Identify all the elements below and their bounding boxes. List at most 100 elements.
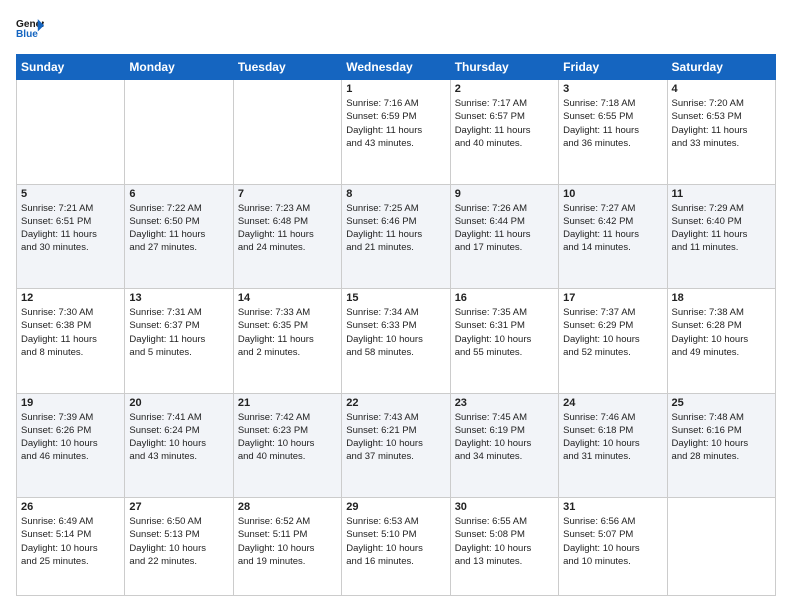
calendar-cell bbox=[667, 498, 775, 596]
calendar-cell: 23 Sunrise: 7:45 AM Sunset: 6:19 PM Dayli… bbox=[450, 393, 558, 498]
day-info: Sunrise: 7:23 AM Sunset: 6:48 PM Dayligh… bbox=[238, 202, 337, 255]
calendar-week-row: 1 Sunrise: 7:16 AM Sunset: 6:59 PM Daylig… bbox=[17, 80, 776, 185]
day-number: 10 bbox=[563, 188, 662, 200]
calendar-cell: 15Sunrise: 7:34 AM Sunset: 6:33 PM Dayli… bbox=[342, 289, 450, 394]
calendar-cell: 11 Sunrise: 7:29 AM Sunset: 6:40 PM Dayli… bbox=[667, 184, 775, 289]
day-info: Sunrise: 7:27 AM Sunset: 6:42 PM Dayligh… bbox=[563, 202, 662, 255]
day-info: Sunrise: 6:56 AM Sunset: 5:07 PM Dayligh… bbox=[563, 515, 662, 568]
calendar-week-row: 26 Sunrise: 6:49 AM Sunset: 5:14 PM Dayli… bbox=[17, 498, 776, 596]
calendar-cell: 6 Sunrise: 7:22 AM Sunset: 6:50 PM Daylig… bbox=[125, 184, 233, 289]
day-info: Sunrise: 7:29 AM Sunset: 6:40 PM Dayligh… bbox=[672, 202, 771, 255]
day-number: 11 bbox=[672, 188, 771, 200]
svg-text:Blue: Blue bbox=[16, 29, 38, 40]
calendar-cell: 19 Sunrise: 7:39 AM Sunset: 6:26 PM Dayli… bbox=[17, 393, 125, 498]
day-info: Sunrise: 7:25 AM Sunset: 6:46 PM Dayligh… bbox=[346, 202, 445, 255]
day-info: Sunrise: 7:42 AM Sunset: 6:23 PM Dayligh… bbox=[238, 411, 337, 464]
calendar-cell: 18 Sunrise: 7:38 AM Sunset: 6:28 PM Dayli… bbox=[667, 289, 775, 394]
calendar-cell: 20 Sunrise: 7:41 AM Sunset: 6:24 PM Dayli… bbox=[125, 393, 233, 498]
day-info: Sunrise: 7:30 AM Sunset: 6:38 PM Dayligh… bbox=[21, 306, 120, 359]
calendar-cell: 17Sunrise: 7:37 AM Sunset: 6:29 PM Dayli… bbox=[559, 289, 667, 394]
weekday-header-saturday: Saturday bbox=[667, 55, 775, 80]
day-info: Sunrise: 7:37 AM Sunset: 6:29 PM Dayligh… bbox=[563, 306, 662, 359]
day-number: 16 bbox=[455, 292, 554, 304]
day-info: Sunrise: 6:50 AM Sunset: 5:13 PM Dayligh… bbox=[129, 515, 228, 568]
day-number: 6 bbox=[129, 188, 228, 200]
calendar-cell: 1 Sunrise: 7:16 AM Sunset: 6:59 PM Daylig… bbox=[342, 80, 450, 185]
day-number: 5 bbox=[21, 188, 120, 200]
day-number: 23 bbox=[455, 397, 554, 409]
logo-icon: General Blue bbox=[16, 16, 44, 44]
day-number: 24 bbox=[563, 397, 662, 409]
calendar-table: SundayMondayTuesdayWednesdayThursdayFrid… bbox=[16, 54, 776, 596]
weekday-header-sunday: Sunday bbox=[17, 55, 125, 80]
day-number: 28 bbox=[238, 501, 337, 513]
day-info: Sunrise: 7:35 AM Sunset: 6:31 PM Dayligh… bbox=[455, 306, 554, 359]
day-number: 20 bbox=[129, 397, 228, 409]
day-info: Sunrise: 7:45 AM Sunset: 6:19 PM Dayligh… bbox=[455, 411, 554, 464]
day-info: Sunrise: 7:34 AM Sunset: 6:33 PM Dayligh… bbox=[346, 306, 445, 359]
day-number: 12 bbox=[21, 292, 120, 304]
calendar-cell: 3 Sunrise: 7:18 AM Sunset: 6:55 PM Daylig… bbox=[559, 80, 667, 185]
day-info: Sunrise: 7:48 AM Sunset: 6:16 PM Dayligh… bbox=[672, 411, 771, 464]
weekday-header-thursday: Thursday bbox=[450, 55, 558, 80]
day-info: Sunrise: 6:49 AM Sunset: 5:14 PM Dayligh… bbox=[21, 515, 120, 568]
calendar-cell: 27Sunrise: 6:50 AM Sunset: 5:13 PM Dayli… bbox=[125, 498, 233, 596]
day-info: Sunrise: 7:46 AM Sunset: 6:18 PM Dayligh… bbox=[563, 411, 662, 464]
day-info: Sunrise: 6:52 AM Sunset: 5:11 PM Dayligh… bbox=[238, 515, 337, 568]
calendar-cell: 29 Sunrise: 6:53 AM Sunset: 5:10 PM Dayli… bbox=[342, 498, 450, 596]
day-info: Sunrise: 6:55 AM Sunset: 5:08 PM Dayligh… bbox=[455, 515, 554, 568]
calendar-week-row: 12 Sunrise: 7:30 AM Sunset: 6:38 PM Dayli… bbox=[17, 289, 776, 394]
calendar-cell bbox=[125, 80, 233, 185]
day-info: Sunrise: 7:16 AM Sunset: 6:59 PM Dayligh… bbox=[346, 97, 445, 150]
day-number: 7 bbox=[238, 188, 337, 200]
day-info: Sunrise: 6:53 AM Sunset: 5:10 PM Dayligh… bbox=[346, 515, 445, 568]
calendar-cell: 7 Sunrise: 7:23 AM Sunset: 6:48 PM Daylig… bbox=[233, 184, 341, 289]
calendar-cell: 8Sunrise: 7:25 AM Sunset: 6:46 PM Daylig… bbox=[342, 184, 450, 289]
calendar-cell: 30 Sunrise: 6:55 AM Sunset: 5:08 PM Dayli… bbox=[450, 498, 558, 596]
day-info: Sunrise: 7:38 AM Sunset: 6:28 PM Dayligh… bbox=[672, 306, 771, 359]
day-number: 2 bbox=[455, 83, 554, 95]
calendar-cell: 10 Sunrise: 7:27 AM Sunset: 6:42 PM Dayli… bbox=[559, 184, 667, 289]
calendar-cell: 24 Sunrise: 7:46 AM Sunset: 6:18 PM Dayli… bbox=[559, 393, 667, 498]
calendar-cell: 9Sunrise: 7:26 AM Sunset: 6:44 PM Daylig… bbox=[450, 184, 558, 289]
day-info: Sunrise: 7:33 AM Sunset: 6:35 PM Dayligh… bbox=[238, 306, 337, 359]
day-number: 21 bbox=[238, 397, 337, 409]
day-info: Sunrise: 7:43 AM Sunset: 6:21 PM Dayligh… bbox=[346, 411, 445, 464]
day-number: 31 bbox=[563, 501, 662, 513]
day-number: 30 bbox=[455, 501, 554, 513]
header: General Blue bbox=[16, 16, 776, 44]
calendar-cell bbox=[233, 80, 341, 185]
weekday-header-row: SundayMondayTuesdayWednesdayThursdayFrid… bbox=[17, 55, 776, 80]
day-info: Sunrise: 7:41 AM Sunset: 6:24 PM Dayligh… bbox=[129, 411, 228, 464]
calendar-cell: 14Sunrise: 7:33 AM Sunset: 6:35 PM Dayli… bbox=[233, 289, 341, 394]
page: General Blue SundayMondayTuesdayWednesda… bbox=[0, 0, 792, 612]
day-info: Sunrise: 7:39 AM Sunset: 6:26 PM Dayligh… bbox=[21, 411, 120, 464]
day-number: 1 bbox=[346, 83, 445, 95]
logo: General Blue bbox=[16, 16, 44, 44]
day-number: 18 bbox=[672, 292, 771, 304]
day-number: 4 bbox=[672, 83, 771, 95]
day-info: Sunrise: 7:22 AM Sunset: 6:50 PM Dayligh… bbox=[129, 202, 228, 255]
calendar-cell: 4 Sunrise: 7:20 AM Sunset: 6:53 PM Daylig… bbox=[667, 80, 775, 185]
day-info: Sunrise: 7:21 AM Sunset: 6:51 PM Dayligh… bbox=[21, 202, 120, 255]
day-number: 29 bbox=[346, 501, 445, 513]
day-number: 25 bbox=[672, 397, 771, 409]
calendar-cell: 22Sunrise: 7:43 AM Sunset: 6:21 PM Dayli… bbox=[342, 393, 450, 498]
calendar-cell: 28 Sunrise: 6:52 AM Sunset: 5:11 PM Dayli… bbox=[233, 498, 341, 596]
day-number: 26 bbox=[21, 501, 120, 513]
day-info: Sunrise: 7:20 AM Sunset: 6:53 PM Dayligh… bbox=[672, 97, 771, 150]
calendar-cell: 2Sunrise: 7:17 AM Sunset: 6:57 PM Daylig… bbox=[450, 80, 558, 185]
calendar-cell: 16 Sunrise: 7:35 AM Sunset: 6:31 PM Dayli… bbox=[450, 289, 558, 394]
calendar-cell: 25 Sunrise: 7:48 AM Sunset: 6:16 PM Dayli… bbox=[667, 393, 775, 498]
day-number: 19 bbox=[21, 397, 120, 409]
calendar-week-row: 19 Sunrise: 7:39 AM Sunset: 6:26 PM Dayli… bbox=[17, 393, 776, 498]
day-number: 3 bbox=[563, 83, 662, 95]
calendar-cell bbox=[17, 80, 125, 185]
weekday-header-wednesday: Wednesday bbox=[342, 55, 450, 80]
calendar-cell: 12 Sunrise: 7:30 AM Sunset: 6:38 PM Dayli… bbox=[17, 289, 125, 394]
day-info: Sunrise: 7:18 AM Sunset: 6:55 PM Dayligh… bbox=[563, 97, 662, 150]
calendar-cell: 5 Sunrise: 7:21 AM Sunset: 6:51 PM Daylig… bbox=[17, 184, 125, 289]
day-info: Sunrise: 7:31 AM Sunset: 6:37 PM Dayligh… bbox=[129, 306, 228, 359]
calendar-cell: 21 Sunrise: 7:42 AM Sunset: 6:23 PM Dayli… bbox=[233, 393, 341, 498]
calendar-cell: 31 Sunrise: 6:56 AM Sunset: 5:07 PM Dayli… bbox=[559, 498, 667, 596]
